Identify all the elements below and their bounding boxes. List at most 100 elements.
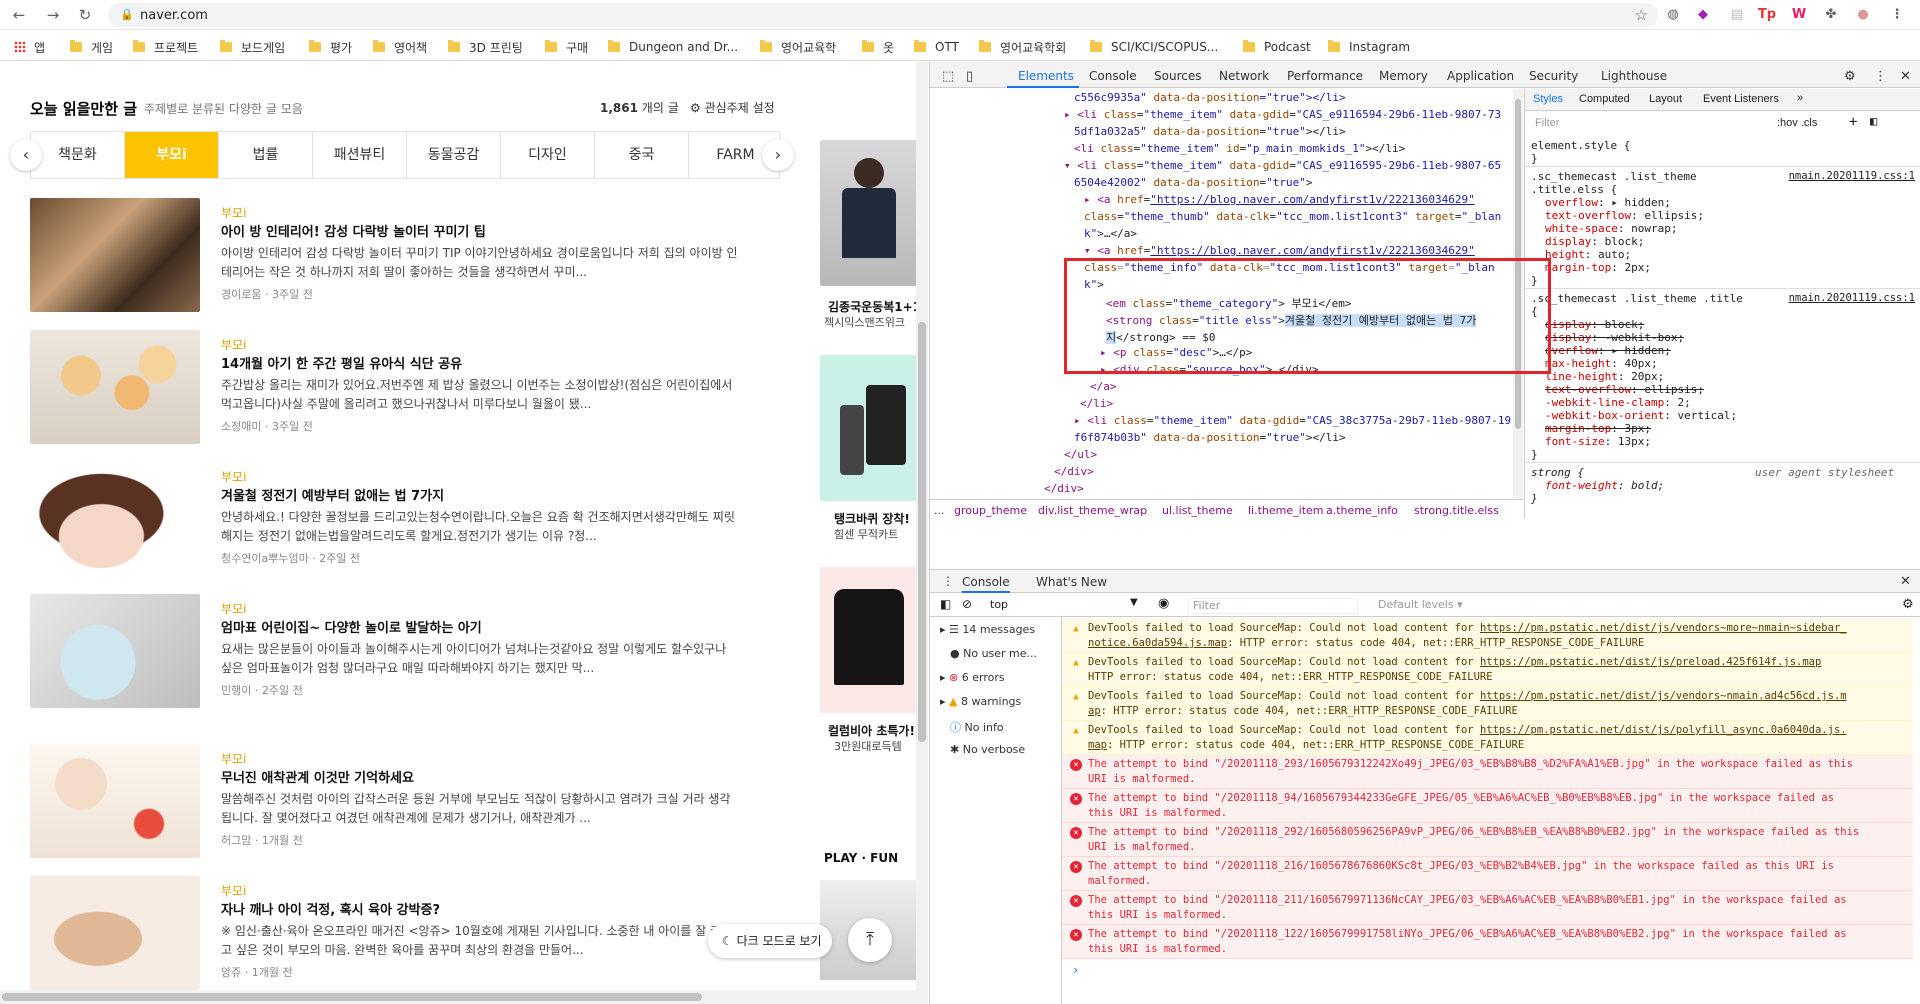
- tab-memory[interactable]: Memory: [1379, 69, 1428, 83]
- breadcrumb-item[interactable]: group_theme: [954, 504, 1027, 517]
- close-icon[interactable]: ✕: [1900, 574, 1911, 589]
- dark-mode-button[interactable]: ☾ 다크 모드로 보기: [708, 924, 832, 958]
- product-subtitle[interactable]: 힘센 무적카트: [834, 526, 898, 542]
- puzzle-icon[interactable]: ✤: [1821, 5, 1841, 25]
- article-thumbnail[interactable]: [30, 462, 200, 576]
- breadcrumb-item[interactable]: a.theme_info: [1326, 504, 1398, 517]
- extension-icon[interactable]: Tp: [1757, 5, 1777, 25]
- bookmark-folder[interactable]: SCI/KCI/SCOPUS...: [1090, 39, 1218, 55]
- gear-icon[interactable]: ⚙: [1902, 597, 1914, 612]
- sidebar-toggle-icon[interactable]: ◧: [1870, 114, 1877, 128]
- article-desc[interactable]: ※ 임신·출산·육아 온오프라인 매거진 <앙쥬> 10월호에 게재된 기사입니…: [221, 922, 741, 960]
- console-message[interactable]: ✕ The attempt to bind "/20201118_293/1605…: [1062, 755, 1913, 789]
- bookmark-apps[interactable]: 앱: [14, 39, 45, 55]
- gear-icon[interactable]: ⚙: [1844, 69, 1856, 84]
- product-subtitle[interactable]: 젝시믹스맨즈위크: [824, 314, 905, 330]
- close-icon[interactable]: ✕: [1900, 69, 1911, 84]
- chevron-down-icon[interactable]: ▼: [1130, 597, 1138, 608]
- list-item[interactable]: 부모i 아이 방 인테리어! 감성 다락방 놀이터 꾸미기 팁 아이방 인테리어…: [30, 198, 770, 313]
- sidebar-item-user[interactable]: ● No user me...: [940, 647, 1037, 660]
- add-rule-icon[interactable]: +: [1849, 114, 1857, 130]
- bookmark-folder[interactable]: 평가: [309, 39, 352, 55]
- tab-law[interactable]: 법률: [218, 132, 312, 178]
- tab-china[interactable]: 중국: [594, 132, 688, 178]
- globe-icon[interactable]: ◍: [1663, 5, 1683, 25]
- styles-filter-input[interactable]: Filter: [1531, 115, 1731, 133]
- tab-sources[interactable]: Sources: [1154, 69, 1201, 83]
- tab-design[interactable]: 디자인: [500, 132, 594, 178]
- tab-event-listeners[interactable]: Event Listeners: [1703, 93, 1779, 105]
- article-title[interactable]: 무너진 애착관계 이것만 기억하세요: [221, 767, 414, 786]
- interest-setting-button[interactable]: ⚙ 관심주제 설정: [690, 99, 775, 116]
- article-desc[interactable]: 안녕하세요.! 다양한 꿀정보를 드리고있는청수연이랍니다.오늘은 요즘 확 건…: [221, 508, 741, 546]
- product-title[interactable]: 김종국운동복1+1: [828, 298, 921, 315]
- forward-icon[interactable]: →: [42, 4, 64, 26]
- bookmark-folder[interactable]: Podcast: [1243, 39, 1311, 55]
- tab-lighthouse[interactable]: Lighthouse: [1601, 69, 1667, 83]
- eye-icon[interactable]: ◉: [1158, 596, 1169, 611]
- article-source[interactable]: 경이로움 · 3주일 전: [221, 286, 313, 302]
- bookmark-folder[interactable]: 영어책: [373, 39, 427, 55]
- extension-icon[interactable]: ◆: [1693, 5, 1713, 25]
- article-source[interactable]: 소정애미 · 3주일 전: [221, 418, 313, 434]
- product-thumbnail[interactable]: [820, 567, 918, 713]
- list-item[interactable]: 부모i 자나 깨나 아이 걱정, 혹시 육아 강박증? ※ 임신·출산·육아 온…: [30, 876, 770, 991]
- product-title[interactable]: 탱크바퀴 장착!: [834, 510, 910, 527]
- context-select[interactable]: top: [990, 598, 1130, 611]
- bookmark-folder[interactable]: 프로젝트: [133, 39, 198, 55]
- clear-console-icon[interactable]: ⊘: [962, 597, 972, 611]
- hov-cls-toggle[interactable]: :hov .cls: [1777, 117, 1817, 129]
- bookmark-folder[interactable]: Instagram: [1328, 39, 1410, 55]
- tab-parent[interactable]: 부모i: [124, 132, 218, 178]
- breadcrumb-item[interactable]: li.theme_item: [1248, 504, 1324, 517]
- tab-network[interactable]: Network: [1219, 69, 1269, 83]
- console-message[interactable]: ▲ DevTools failed to load SourceMap: Coul…: [1062, 653, 1913, 687]
- list-item[interactable]: 부모i 엄마표 어린이집~ 다양한 놀이로 발달하는 아기 요새는 많은분들이 …: [30, 594, 770, 709]
- bookmark-folder[interactable]: Dungeon and Dr...: [608, 39, 738, 55]
- console-message[interactable]: ▲ DevTools failed to load SourceMap: Coul…: [1062, 687, 1913, 721]
- tab-fashion[interactable]: 패션뷰티: [312, 132, 406, 178]
- sidebar-item-info[interactable]: ⓘ No info: [940, 719, 1004, 735]
- tab-application[interactable]: Application: [1447, 69, 1514, 83]
- console-prompt-icon[interactable]: ›: [1072, 963, 1079, 977]
- article-thumbnail[interactable]: [30, 876, 200, 990]
- tab-console[interactable]: Console: [1089, 69, 1137, 83]
- article-thumbnail[interactable]: [30, 198, 200, 312]
- avatar[interactable]: ●: [1853, 5, 1873, 25]
- tab-animal[interactable]: 동물공감: [406, 132, 500, 178]
- more-icon[interactable]: ⋮: [1874, 69, 1887, 84]
- bookmark-folder[interactable]: OTT: [914, 39, 959, 55]
- scroll-top-button[interactable]: ⤒: [848, 918, 892, 962]
- list-item[interactable]: 부모i 겨울철 정전기 예방부터 없애는 법 7가지 안녕하세요.! 다양한 꿀…: [30, 462, 770, 577]
- console-message[interactable]: ▲ DevTools failed to load SourceMap: Coul…: [1062, 721, 1913, 755]
- article-desc[interactable]: 아이방 인테리어 감성 다락방 놀이터 꾸미기 TIP 이야기안녕하세요 경이로…: [221, 244, 741, 282]
- bookmark-folder[interactable]: 옷: [862, 39, 894, 55]
- extension-icon[interactable]: ▤: [1727, 5, 1747, 25]
- tab-elements[interactable]: Elements: [1018, 69, 1074, 83]
- breadcrumb-item[interactable]: div.list_theme_wrap: [1038, 504, 1147, 517]
- article-thumbnail[interactable]: [30, 330, 200, 444]
- more-tabs-icon[interactable]: »: [1797, 92, 1803, 104]
- article-title[interactable]: 겨울철 정전기 예방부터 없애는 법 7가지: [221, 485, 444, 504]
- horizontal-scrollbar[interactable]: [0, 990, 928, 1004]
- tab-whats-new[interactable]: What's New: [1036, 575, 1107, 589]
- article-desc[interactable]: 말씀해주신 것처럼 아이의 갑작스러운 등원 거부에 부모님도 적잖이 당황하시…: [221, 790, 741, 828]
- console-message[interactable]: ✕ The attempt to bind "/20201118_211/1605…: [1062, 891, 1913, 925]
- article-source[interactable]: 앙쥬 · 1개월 전: [221, 964, 293, 980]
- article-thumbnail[interactable]: [30, 594, 200, 708]
- tab-performance[interactable]: Performance: [1287, 69, 1363, 83]
- bookmark-folder[interactable]: 3D 프린팅: [448, 39, 523, 55]
- sidebar-item-warnings[interactable]: ▸ ▲ 8 warnings: [940, 695, 1021, 708]
- article-source[interactable]: 청수연이a뿌누엄마 · 2주일 전: [221, 550, 360, 566]
- breadcrumb-ellipsis[interactable]: ...: [934, 504, 945, 517]
- article-thumbnail[interactable]: [30, 744, 200, 858]
- address-bar[interactable]: 🔒 naver.com ☆: [108, 3, 1658, 27]
- list-item[interactable]: 부모i 14개월 아기 한 주간 평일 유아식 식단 공유 주간밥상 올리는 재…: [30, 330, 770, 445]
- bookmark-folder[interactable]: 영어교육학: [760, 39, 836, 55]
- bookmark-folder[interactable]: 영어교육학회: [979, 39, 1066, 55]
- article-title[interactable]: 14개월 아기 한 주간 평일 유아식 식단 공유: [221, 353, 462, 372]
- article-title[interactable]: 엄마표 어린이집~ 다양한 놀이로 발달하는 아기: [221, 617, 482, 636]
- tab-console-drawer[interactable]: Console: [962, 575, 1010, 593]
- back-icon[interactable]: ←: [8, 4, 30, 26]
- tabs-prev-icon[interactable]: ‹: [10, 139, 42, 171]
